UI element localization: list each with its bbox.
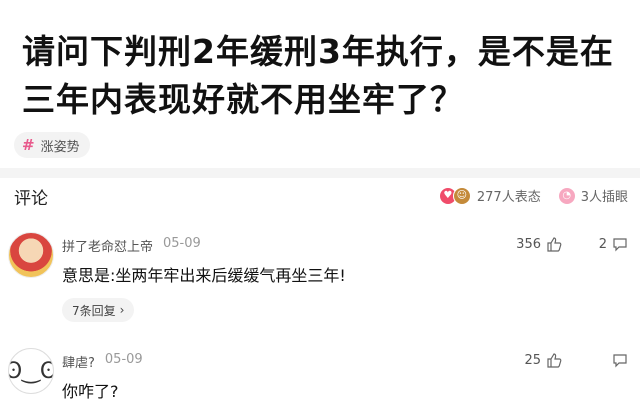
like-count: 356: [516, 236, 541, 252]
comment-username[interactable]: 肆虐?: [62, 352, 95, 371]
reaction-summary[interactable]: ♥ ☺ 277人表态 ◔ 3人插眼: [439, 186, 628, 205]
laugh-face-icon: ☺: [452, 186, 471, 205]
comment-text: 意思是:坐两年牢出来后缓缓气再坐三年!: [62, 266, 346, 285]
comment-username[interactable]: 拼了老命怼上帝: [62, 236, 153, 255]
avatar[interactable]: ʘ‿ʘ: [8, 348, 54, 394]
reaction-count: 277人表态: [476, 190, 541, 205]
topic-tag[interactable]: # 涨姿势: [14, 132, 90, 158]
more-replies-button[interactable]: 7条回复 ›: [62, 298, 135, 322]
thumbs-up-icon: [547, 353, 562, 368]
face-icon: ʘ‿ʘ: [9, 358, 54, 384]
reply-count: 2: [598, 236, 607, 252]
comment-text: 你咋了?: [62, 382, 119, 401]
post-title: 请问下判刑2年缓刑3年执行，是不是在三年内表现好就不用坐牢了？: [22, 32, 614, 119]
chevron-right-icon: ›: [119, 303, 125, 317]
like-button[interactable]: 25: [524, 352, 562, 368]
like-count: 25: [524, 352, 541, 368]
topic-tag-label: 涨姿势: [40, 139, 80, 155]
reply-button[interactable]: [612, 352, 628, 368]
more-replies-label: 7条回复: [72, 303, 116, 318]
comment-date: 05-09: [163, 236, 201, 251]
like-button[interactable]: 356: [516, 236, 562, 252]
comment-date: 05-09: [104, 352, 143, 367]
thumbs-up-icon: [547, 237, 562, 252]
comment-meta: 肆虐? 05-09: [62, 352, 143, 371]
comment-bubble-icon: [613, 238, 627, 252]
avatar[interactable]: [8, 232, 54, 278]
section-divider: [0, 168, 640, 178]
comments-header: 评论: [14, 189, 48, 209]
hash-icon: #: [22, 136, 35, 154]
comment-meta: 拼了老命怼上帝 05-09: [62, 236, 201, 255]
comment-bubble-icon: [613, 354, 627, 368]
reply-button[interactable]: 2: [599, 236, 628, 252]
watch-count: 3人插眼: [580, 190, 628, 205]
eyes-icon: ◔: [558, 187, 575, 204]
